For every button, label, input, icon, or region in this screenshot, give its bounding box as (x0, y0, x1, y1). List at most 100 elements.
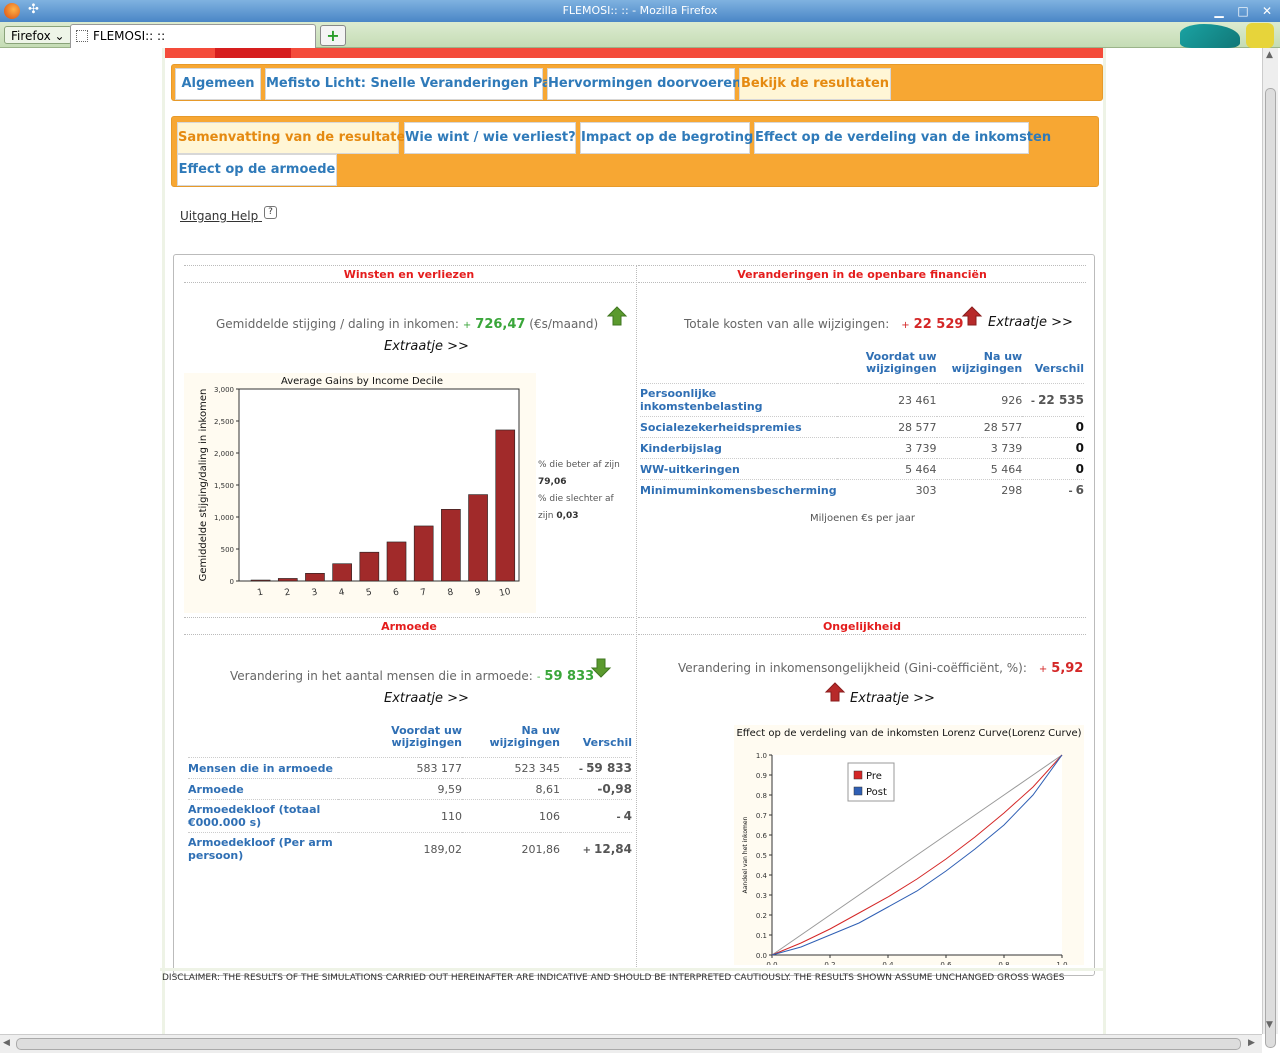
y-tick-label: 0.3 (756, 892, 767, 900)
vertical-scrollbar[interactable]: ▲ ▼ (1262, 48, 1278, 1048)
question-icon: ? (264, 206, 278, 219)
row-label: WW-uitkeringen (640, 458, 837, 480)
tab-algemeen[interactable]: Algemeen (175, 68, 261, 100)
gains-extraatje-link[interactable]: Extraatje >> (384, 339, 469, 354)
y-tick-label: 0.5 (756, 852, 767, 860)
x-tick-label: 8 (447, 588, 455, 599)
tab-effect-armoede[interactable]: Effect op de armoede (177, 154, 337, 186)
window-titlebar: ✣ FLEMOSI:: :: - Mozilla Firefox ▁ □ ✕ (0, 0, 1280, 22)
poverty-col-before: Voordat uw wijzigingen (391, 724, 462, 749)
row-diff-sign: - (578, 764, 584, 775)
scroll-right-icon[interactable]: ▶ (1248, 1038, 1255, 1048)
tab-samenvatting[interactable]: Samenvatting van de resultaten (177, 122, 415, 154)
favicon-icon (76, 30, 88, 42)
tab-hervormingen[interactable]: Hervormingen doorvoeren (547, 68, 741, 100)
inequality-extraatje-link[interactable]: Extraatje >> (850, 691, 935, 706)
scroll-left-icon[interactable]: ◀ (3, 1038, 10, 1048)
x-tick-label: 5 (365, 588, 372, 599)
tab-impact-begroting[interactable]: Impact op de begroting (580, 122, 753, 154)
browser-tab-label: FLEMOSI:: :: (93, 29, 166, 43)
x-tick-label: 1.0 (1056, 961, 1067, 965)
gains-bar-chart: Average Gains by Income Decile 0 500 1,000 1… (198, 376, 520, 599)
gains-title: Winsten en verliezen (184, 265, 634, 283)
y-tick-label: 0.0 (756, 952, 767, 960)
inequality-label: Verandering in inkomensongelijkheid (Gin… (678, 661, 1027, 675)
row-label: Minimuminkomensbescherming (640, 479, 837, 500)
bar (332, 563, 352, 582)
scroll-up-icon[interactable]: ▲ (1266, 50, 1273, 60)
y-tick-label: 2,500 (214, 418, 234, 426)
legend-label: Pre (866, 771, 882, 782)
y-tick-label: 0.2 (756, 912, 767, 920)
tab-wie-wint[interactable]: Wie wint / wie verliest? (404, 122, 576, 154)
panel-gains: Winsten en verliezen Gemiddelde stijging… (184, 265, 634, 617)
row-before: 28 577 (836, 416, 937, 438)
browser-tab[interactable]: FLEMOSI:: :: (70, 24, 316, 48)
table-row: Socialezekerheidspremies 28 577 28 577 0 (640, 416, 1084, 438)
row-diff-value: 4 (623, 809, 632, 823)
gains-unit: (€s/maand) (529, 317, 599, 331)
vertical-scroll-thumb[interactable] (1265, 88, 1276, 1048)
finance-col-diff: Verschil (1034, 362, 1084, 375)
y-tick-label: 3,000 (214, 386, 234, 394)
row-diff-sign: + (582, 845, 592, 856)
row-after: 28 577 (936, 416, 1023, 438)
plus-icon: + (326, 26, 340, 45)
poverty-label: Verandering in het aantal mensen die in … (230, 669, 533, 683)
row-before: 5 464 (836, 458, 937, 480)
table-row: Armoedekloof (totaal €000.000 s) 110 106-4 (188, 799, 632, 833)
row-after: 523 345 (462, 757, 560, 779)
row-diff-sign: - (1030, 396, 1036, 407)
minimize-icon[interactable]: ▁ (1210, 2, 1228, 20)
chevron-down-icon: ⌄ (54, 29, 65, 43)
finance-sign: + (901, 320, 910, 331)
finance-title: Veranderingen in de openbare financiën (638, 265, 1086, 283)
tab-effect-verdeling[interactable]: Effect op de verdeling van de inkomsten (754, 122, 1051, 154)
row-diff: -6 (1022, 479, 1084, 500)
theme-bird-decoration (1180, 24, 1240, 48)
panel-poverty: Armoede Verandering in het aantal mensen… (184, 617, 634, 969)
bar (277, 578, 298, 582)
horizontal-scrollbar[interactable]: ◀ ▶ (0, 1034, 1262, 1053)
scroll-down-icon[interactable]: ▼ (1266, 1020, 1273, 1030)
table-row: WW-uitkeringen 5 464 5 464 0 (640, 458, 1084, 480)
header-red-bar (165, 48, 1103, 58)
column-divider (636, 265, 637, 969)
row-diff: -4 (560, 799, 632, 833)
table-row: Armoedekloof (Per arm persoon) 189,02 201,… (188, 832, 632, 865)
row-before: 9,59 (338, 778, 462, 800)
x-tick-label: 0.0 (766, 961, 777, 965)
row-diff-value: 0 (1075, 462, 1084, 476)
horizontal-scroll-thumb[interactable] (16, 1038, 1241, 1050)
row-label: Socialezekerheidspremies (640, 416, 837, 438)
row-diff-value: 12,84 (594, 842, 632, 856)
chart-title: Effect op de verdeling van de inkomsten … (736, 728, 1081, 739)
maximize-icon[interactable]: □ (1234, 2, 1252, 20)
y-tick-label: 2,000 (214, 450, 234, 458)
poverty-table: Voordat uw wijzigingen Na uw wijzigingen… (188, 725, 632, 865)
table-row: Armoede 9,59 8,61 -0,98 (188, 778, 632, 800)
x-tick-label: 0.4 (882, 961, 894, 965)
inequality-metric: Verandering in inkomensongelijkheid (Gin… (678, 661, 1083, 676)
finance-col-after: Na uw wijzigingen (951, 350, 1023, 375)
close-icon[interactable]: ✕ (1258, 2, 1276, 20)
tab-bekijk-resultaten[interactable]: Bekijk de resultaten (739, 68, 891, 100)
y-tick-label: 500 (221, 546, 234, 554)
x-tick-label: 7 (420, 588, 427, 599)
arrow-up-red-icon (961, 306, 983, 326)
finance-extraatje-link[interactable]: Extraatje >> (988, 315, 1073, 330)
bar (305, 573, 325, 582)
page-viewport: Algemeen Mefisto Licht: Snelle Veranderi… (2, 48, 1262, 1034)
firefox-menu-button[interactable]: Firefox ⌄ (4, 26, 72, 44)
poverty-extraatje-link[interactable]: Extraatje >> (384, 691, 469, 706)
help-link[interactable]: Uitgang Help ? (180, 206, 278, 223)
new-tab-button[interactable]: + (320, 25, 346, 46)
worse-value: 0,03 (556, 511, 579, 521)
main-nav: Algemeen Mefisto Licht: Snelle Veranderi… (171, 64, 1103, 101)
finance-col-before: Voordat uw wijzigingen (865, 350, 937, 375)
row-after: 298 (936, 479, 1023, 500)
x-tick-label: 0.6 (940, 961, 952, 965)
browser-tabbar: Firefox ⌄ FLEMOSI:: :: + (0, 22, 1280, 48)
tab-mefisto-licht[interactable]: Mefisto Licht: Snelle Veranderingen Page (265, 68, 569, 100)
bar (359, 551, 380, 582)
